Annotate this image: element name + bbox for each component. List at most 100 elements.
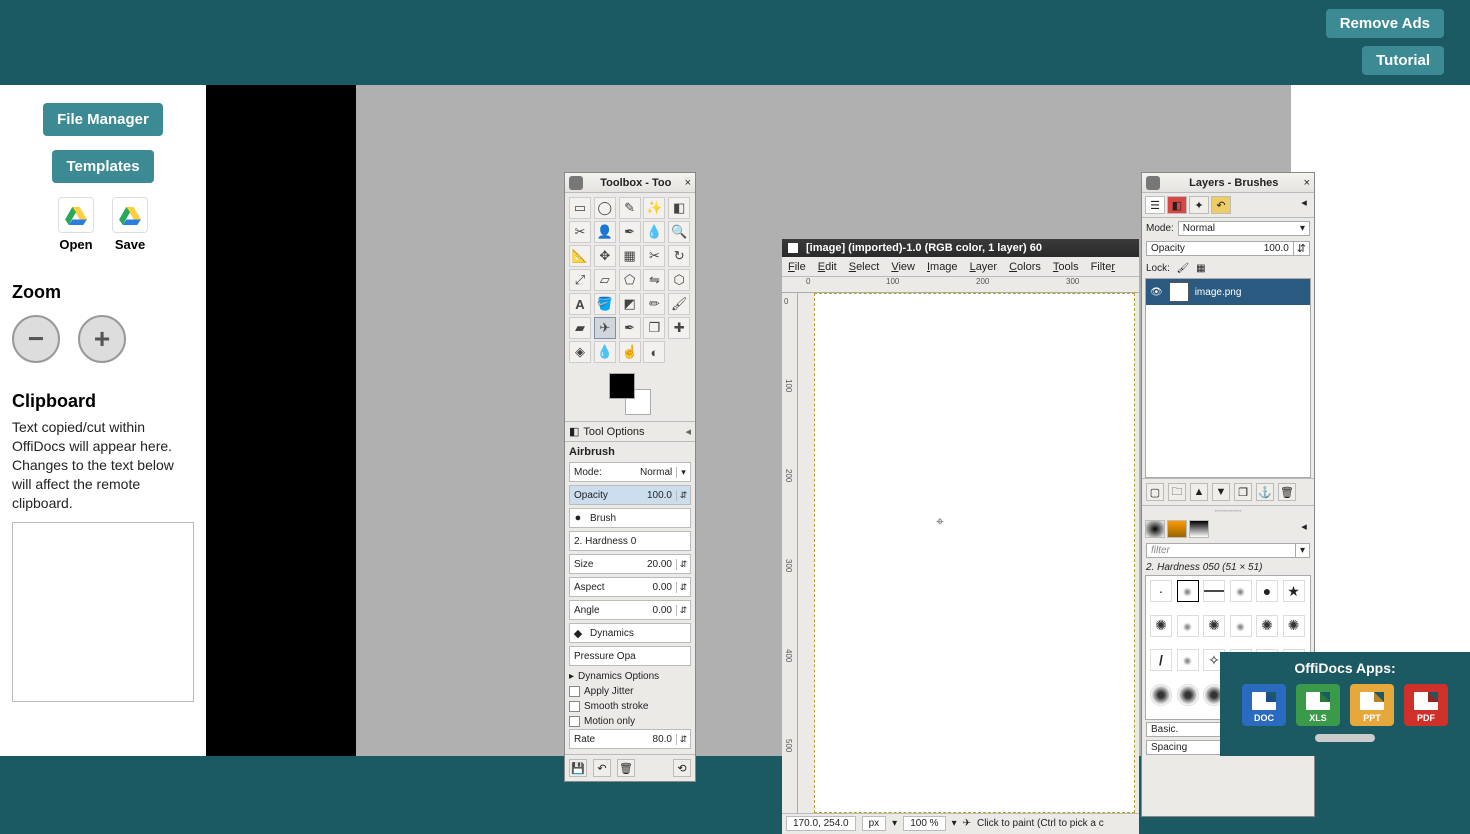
close-icon[interactable]: ×	[685, 177, 691, 189]
app-ppt-icon[interactable]: PPT	[1350, 684, 1394, 726]
tutorial-button[interactable]: Tutorial	[1362, 46, 1444, 75]
menu-file[interactable]: File	[788, 261, 806, 273]
flip-tool[interactable]: ⇋	[643, 269, 665, 291]
channels-tab-icon[interactable]: ◧	[1167, 196, 1187, 214]
scale-tool[interactable]: ⤢	[569, 269, 591, 291]
menu-select[interactable]: Select	[849, 261, 880, 273]
layers-tab-icon[interactable]: ☰	[1145, 196, 1165, 214]
clone-tool[interactable]: ❐	[643, 317, 665, 339]
shear-tool[interactable]: ▱	[594, 269, 616, 291]
airbrush-tool[interactable]: ✈	[594, 317, 616, 339]
brush-swatch[interactable]	[1177, 684, 1199, 706]
layer-item[interactable]: 👁 image.png	[1146, 279, 1310, 305]
pencil-tool[interactable]: ✏	[643, 293, 665, 315]
toolbox-titlebar[interactable]: Toolbox - Too ×	[565, 173, 695, 193]
mode-dropdown-icon[interactable]: ▾	[676, 467, 690, 478]
brush-swatch[interactable]	[1203, 580, 1225, 602]
brush-swatch[interactable]	[1283, 580, 1305, 602]
dynamics-value[interactable]: Pressure Opa	[570, 651, 690, 662]
perspective-tool[interactable]: ⬠	[619, 269, 641, 291]
layers-titlebar[interactable]: Layers - Brushes ×	[1142, 173, 1314, 193]
brush-swatch[interactable]	[1203, 615, 1225, 637]
smooth-stroke-checkbox[interactable]	[569, 701, 580, 712]
brushes-tab-icon[interactable]	[1145, 520, 1165, 538]
lock-alpha-icon[interactable]: ▦	[1194, 261, 1208, 275]
opacity-stepper-icon[interactable]: ⇵	[676, 490, 690, 501]
scissors-tool[interactable]: ✂	[569, 221, 591, 243]
duplicate-layer-icon[interactable]: ❐	[1234, 483, 1252, 501]
rate-stepper-icon[interactable]: ⇵	[676, 734, 690, 745]
paintbrush-tool[interactable]: 🖌	[668, 293, 690, 315]
bucket-fill-tool[interactable]: 🪣	[594, 293, 616, 315]
zoom-in-button[interactable]: +	[78, 315, 126, 363]
undo-tab-icon[interactable]: ↶	[1211, 196, 1231, 214]
dock-menu-icon[interactable]: ◂	[1297, 520, 1311, 538]
size-value[interactable]: 20.00	[636, 559, 676, 570]
app-xls-icon[interactable]: XLS	[1296, 684, 1340, 726]
raise-layer-icon[interactable]: ▲	[1190, 483, 1208, 501]
paths-tab-icon[interactable]: ✦	[1189, 196, 1209, 214]
remove-ads-button[interactable]: Remove Ads	[1326, 9, 1444, 38]
rotate-tool[interactable]: ↻	[668, 245, 690, 267]
text-tool[interactable]: A	[569, 293, 591, 315]
brush-swatch[interactable]	[1150, 649, 1172, 671]
rect-select-tool[interactable]: ▭	[569, 197, 591, 219]
fg-bg-swatch[interactable]	[609, 373, 651, 415]
tool-options-tab[interactable]: Tool Options	[583, 426, 644, 438]
size-stepper-icon[interactable]: ⇵	[676, 559, 690, 570]
brush-swatch[interactable]	[1256, 615, 1278, 637]
brush-swatch[interactable]	[1177, 580, 1199, 602]
restore-options-icon[interactable]: ↶	[593, 759, 611, 777]
lower-layer-icon[interactable]: ▼	[1212, 483, 1230, 501]
menu-colors[interactable]: Colors	[1009, 261, 1041, 273]
gdrive-open-icon[interactable]	[58, 197, 94, 233]
measure-tool[interactable]: 📐	[569, 245, 591, 267]
paths-tool[interactable]: ✒	[619, 221, 641, 243]
angle-stepper-icon[interactable]: ⇵	[676, 605, 690, 616]
gdrive-save-icon[interactable]	[112, 197, 148, 233]
templates-button[interactable]: Templates	[52, 150, 153, 183]
mode-value[interactable]: Normal	[636, 467, 676, 478]
brush-swatch[interactable]	[1177, 649, 1199, 671]
gradients-tab-icon[interactable]	[1189, 520, 1209, 538]
ink-tool[interactable]: ✒	[619, 317, 641, 339]
app-pdf-icon[interactable]: PDF	[1404, 684, 1448, 726]
dock-menu-icon[interactable]: ◂	[685, 425, 691, 438]
canvas-titlebar[interactable]: [image] (imported)-1.0 (RGB color, 1 lay…	[782, 239, 1139, 257]
status-unit[interactable]: px	[862, 816, 887, 831]
menu-image[interactable]: Image	[927, 261, 958, 273]
color-picker-tool[interactable]: 💧	[643, 221, 665, 243]
perspective-clone-tool[interactable]: ◈	[569, 341, 591, 363]
file-manager-button[interactable]: File Manager	[43, 103, 163, 136]
close-icon[interactable]: ×	[1304, 177, 1310, 189]
align-tool[interactable]: ▦	[619, 245, 641, 267]
heal-tool[interactable]: ✚	[668, 317, 690, 339]
dynamics-options-expander[interactable]: Dynamics Options	[578, 671, 659, 682]
opacity-value[interactable]: 100.0	[636, 490, 676, 501]
color-select-tool[interactable]: ◧	[668, 197, 690, 219]
app-doc-icon[interactable]: DOC	[1242, 684, 1286, 726]
brush-swatch[interactable]	[1256, 580, 1278, 602]
menu-tools[interactable]: Tools	[1053, 261, 1079, 273]
apps-scrollbar[interactable]	[1315, 734, 1375, 742]
layers-opacity-value[interactable]: 100.0	[1260, 243, 1293, 254]
menu-edit[interactable]: Edit	[818, 261, 837, 273]
delete-layer-icon[interactable]: 🗑	[1278, 483, 1296, 501]
fuzzy-select-tool[interactable]: ✨	[643, 197, 665, 219]
reset-options-icon[interactable]: ⟲	[673, 759, 691, 777]
anchor-layer-icon[interactable]: ⚓	[1256, 483, 1274, 501]
dock-menu-icon[interactable]: ◂	[1297, 196, 1311, 214]
filter-dropdown-icon[interactable]: ▾	[1295, 544, 1309, 557]
aspect-value[interactable]: 0.00	[636, 582, 676, 593]
visibility-eye-icon[interactable]: 👁	[1150, 287, 1163, 298]
canvas-area[interactable]: ⌖	[798, 293, 1139, 813]
opacity-stepper-icon[interactable]: ⇵	[1293, 242, 1309, 255]
zoom-out-button[interactable]: −	[12, 315, 60, 363]
angle-value[interactable]: 0.00	[636, 605, 676, 616]
brush-swatch[interactable]	[1177, 615, 1199, 637]
brush-filter-input[interactable]: filter	[1147, 544, 1295, 557]
crop-tool[interactable]: ✂	[643, 245, 665, 267]
blur-tool[interactable]: 💧	[594, 341, 616, 363]
menu-filters[interactable]: Filter	[1091, 261, 1115, 273]
new-layer-icon[interactable]: ▢	[1146, 483, 1164, 501]
